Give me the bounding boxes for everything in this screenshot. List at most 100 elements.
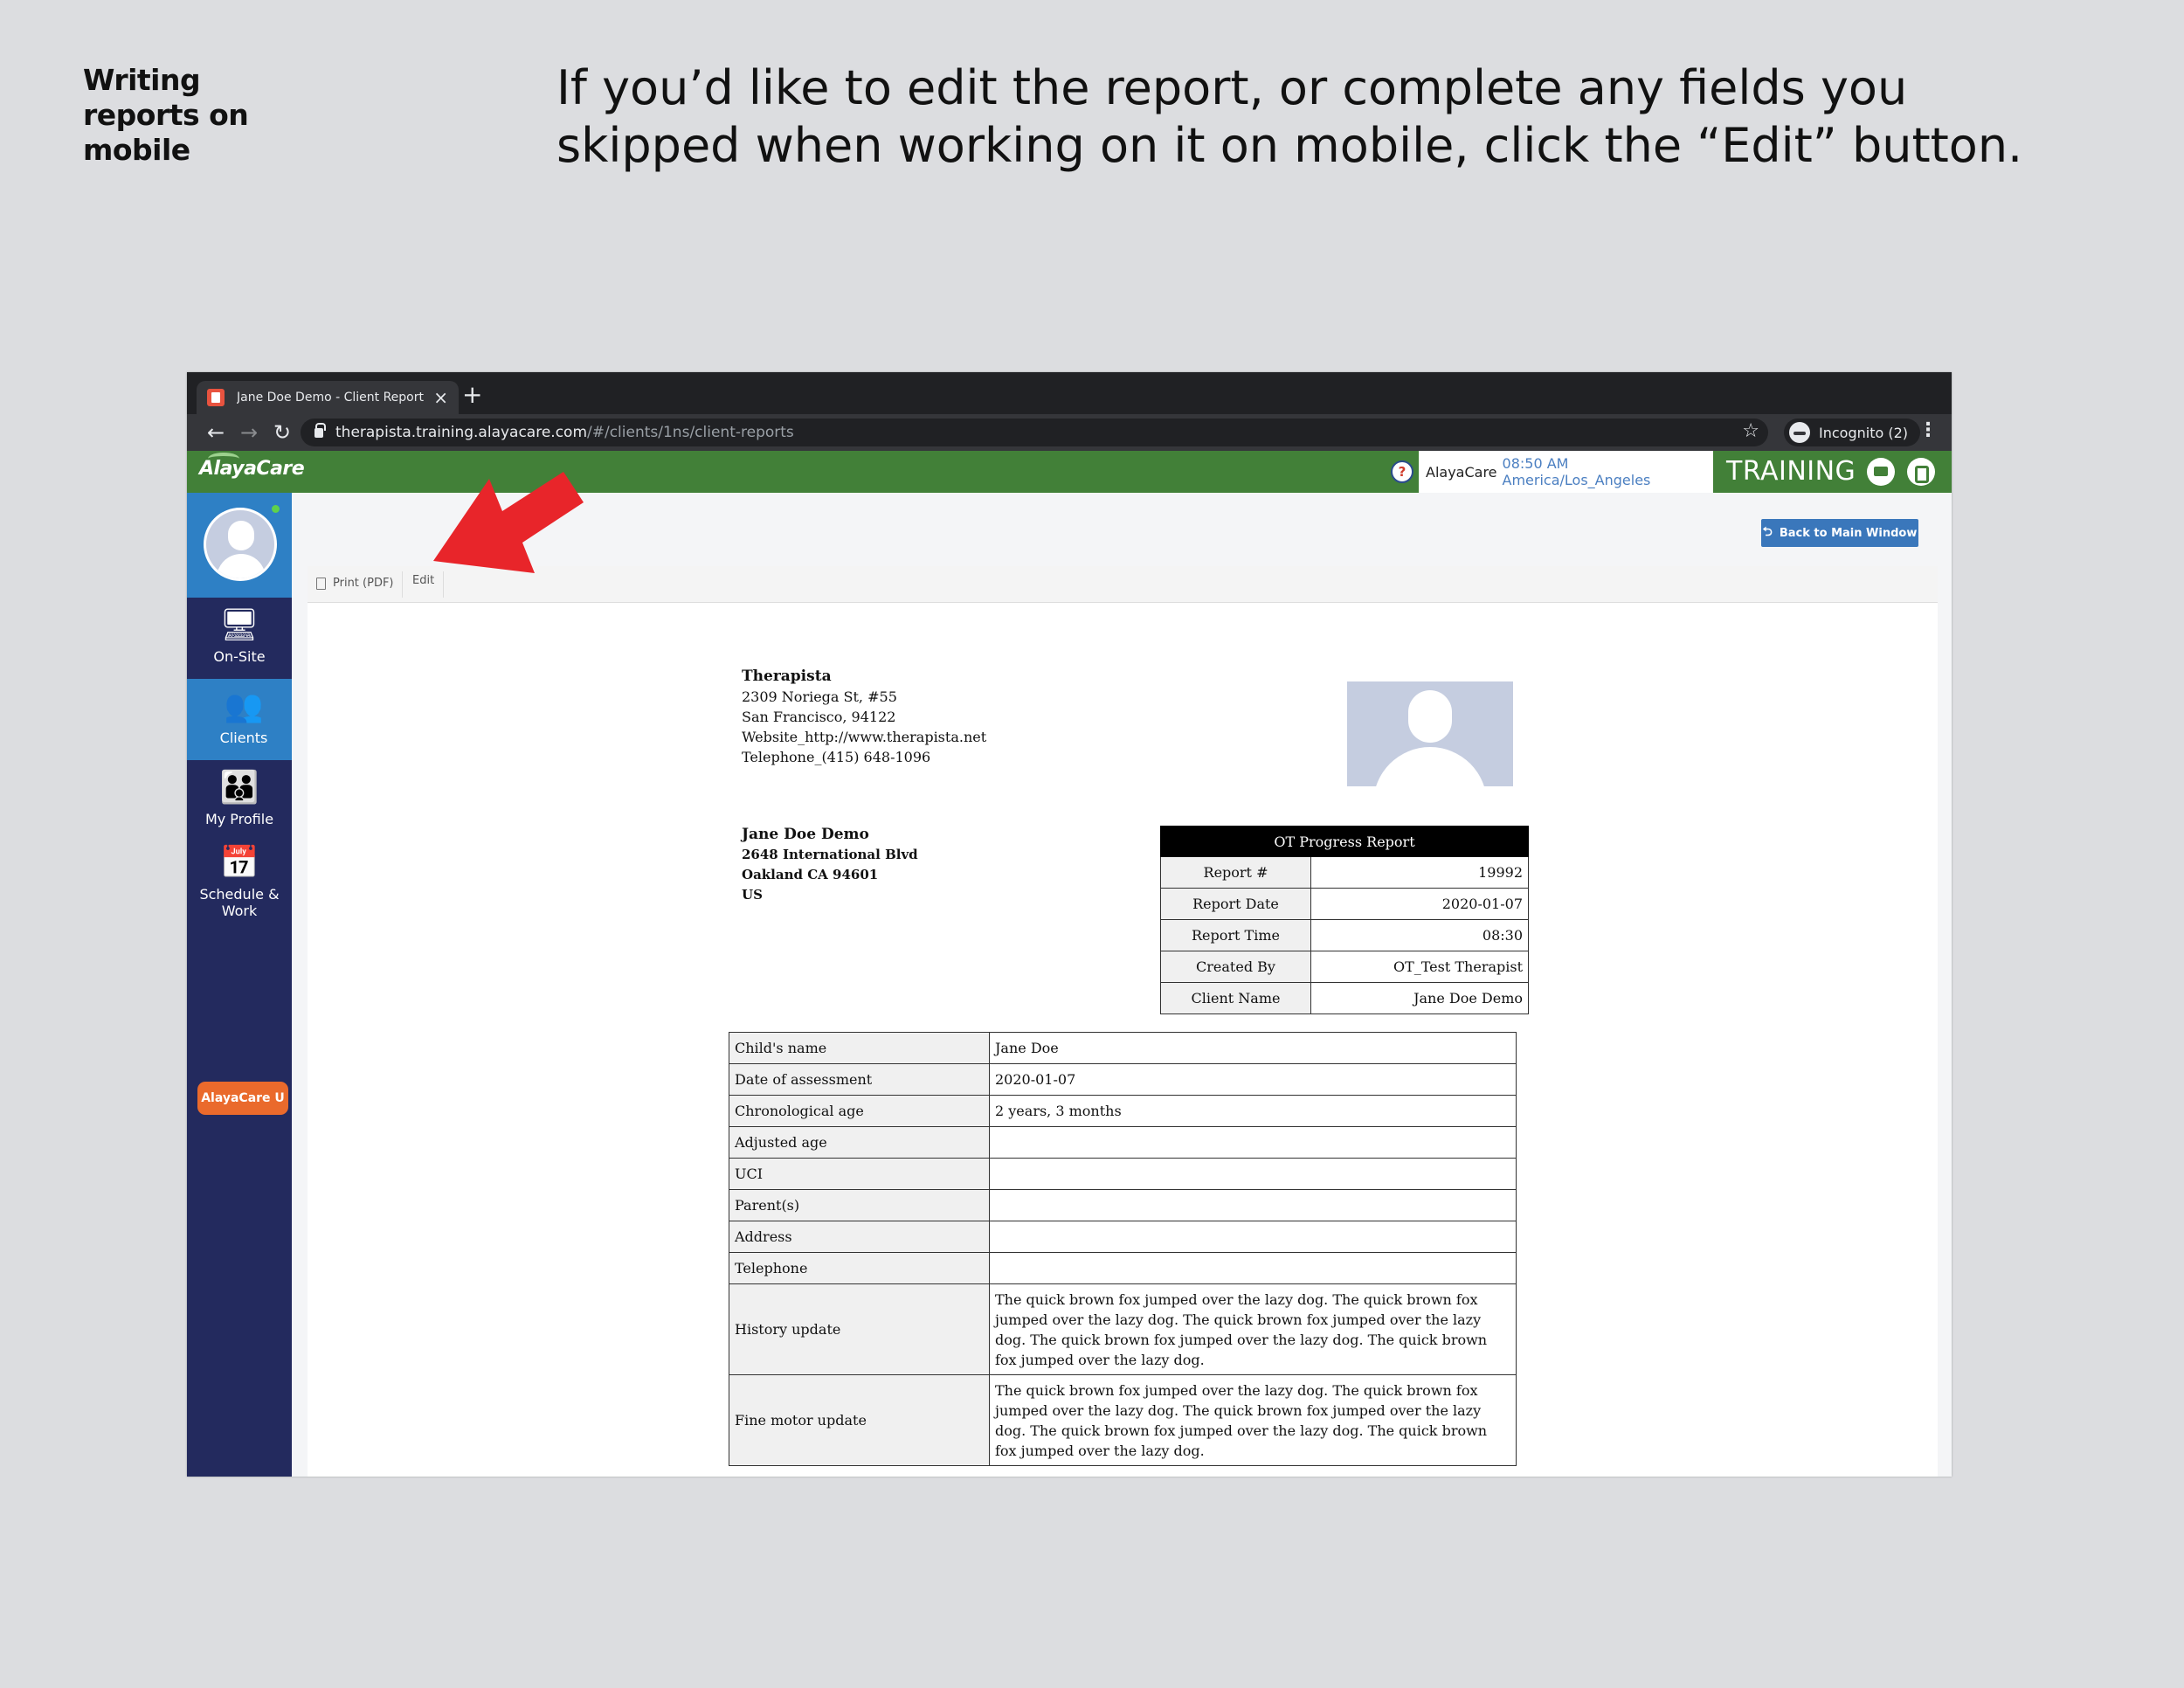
table-row: Parent(s) <box>729 1189 1517 1221</box>
app-info-bar: AlayaCare 08:50 AM America/Los_Angeles <box>1419 451 1713 493</box>
report-value: 08:30 <box>1310 919 1529 951</box>
sidebar-item-my-profile[interactable]: 👪 My Profile <box>187 760 292 835</box>
company-street: 2309 Noriega St, #55 <box>742 688 897 705</box>
report-key: Report Time <box>1160 919 1311 951</box>
report-value: 2020-01-07 <box>1310 888 1529 920</box>
browser-tab[interactable]: Jane Doe Demo - Client Report × <box>197 381 459 414</box>
browser-window: Jane Doe Demo - Client Report × + ← → ↻ … <box>187 372 1952 1477</box>
sidebar: 🖥 On-Site 👥 Clients 👪 My Profile 📅 Sched… <box>187 493 301 1477</box>
company-city: San Francisco, 94122 <box>742 709 896 725</box>
detail-value: 2 years, 3 months <box>989 1095 1517 1127</box>
report-value: OT_Test Therapist <box>1310 951 1529 983</box>
avatar[interactable] <box>204 508 277 581</box>
sidebar-item-label: On-Site <box>213 648 266 665</box>
report-value: 19992 <box>1310 856 1529 889</box>
bookmark-star-icon[interactable]: ☆ <box>1742 420 1759 442</box>
back-button-label: Back to Main Window <box>1779 526 1918 540</box>
alayacare-u-button[interactable]: AlayaCare U <box>197 1082 288 1115</box>
detail-value <box>989 1252 1517 1284</box>
forward-arrow-icon[interactable]: → <box>232 420 266 445</box>
url-path: /#/clients/1ns/client-reports <box>587 424 794 441</box>
logout-icon[interactable] <box>1907 458 1935 486</box>
incognito-icon <box>1789 422 1810 443</box>
pdf-icon <box>316 577 326 590</box>
sidebar-item-schedule-work[interactable]: 📅 Schedule & Work <box>187 835 292 938</box>
incognito-indicator[interactable]: Incognito (2) <box>1784 419 1920 446</box>
report-action-bar: Print (PDF) Edit <box>308 566 1938 603</box>
main-content: ⮌ Back to Main Window Print (PDF) Edit T… <box>292 493 1952 1477</box>
browser-menu-icon[interactable]: ⋮ <box>1918 419 1938 441</box>
detail-value: The quick brown fox jumped over the lazy… <box>989 1283 1517 1375</box>
calendar-icon: 📅 <box>219 845 259 881</box>
detail-value <box>989 1126 1517 1159</box>
detail-key: History update <box>729 1283 990 1375</box>
close-tab-icon[interactable]: × <box>433 387 448 408</box>
client-photo-placeholder <box>1347 681 1513 786</box>
detail-value: 2020-01-07 <box>989 1063 1517 1096</box>
sidebar-item-label: Schedule & Work <box>199 886 280 919</box>
browser-toolbar: ← → ↻ therapista.training.alayacare.com /… <box>187 414 1952 451</box>
sidebar-item-clients[interactable]: 👥 Clients <box>187 679 301 760</box>
back-arrow-icon[interactable]: ← <box>199 420 232 445</box>
client-city: Oakland CA 94601 <box>742 867 879 882</box>
table-row: Adjusted age <box>729 1126 1517 1159</box>
mail-icon[interactable] <box>1867 458 1895 486</box>
address-bar[interactable]: therapista.training.alayacare.com/#/clie… <box>301 419 1768 446</box>
detail-key: Telephone <box>729 1252 990 1284</box>
divider <box>443 571 444 598</box>
table-row: Chronological age 2 years, 3 months <box>729 1095 1517 1127</box>
table-row: Telephone <box>729 1252 1517 1284</box>
detail-value <box>989 1189 1517 1221</box>
table-row: Child's name Jane Doe <box>729 1032 1517 1064</box>
report-key: Created By <box>1160 951 1311 983</box>
table-row: Report Time 08:30 <box>1160 919 1529 951</box>
report-summary-table: OT Progress Report Report #19992 Report … <box>1160 826 1529 1014</box>
slide-heading: If you’d like to edit the report, or com… <box>556 60 2023 173</box>
return-icon: ⮌ <box>1762 525 1773 539</box>
online-status-icon <box>272 505 280 513</box>
divider <box>402 571 403 598</box>
app-header: AlayaCare AlayaCare 08:50 AM America/Los… <box>187 451 1952 493</box>
detail-key: Adjusted age <box>729 1126 990 1159</box>
sidebar-item-on-site[interactable]: 🖥 On-Site <box>187 598 292 679</box>
company-name: Therapista <box>742 668 832 685</box>
back-to-main-window-button[interactable]: ⮌ Back to Main Window <box>1761 519 1918 547</box>
incognito-label: Incognito (2) <box>1819 424 1908 441</box>
detail-key: UCI <box>729 1158 990 1190</box>
detail-value: Jane Doe <box>989 1032 1517 1064</box>
reload-icon[interactable]: ↻ <box>266 420 299 445</box>
company-block: Therapista 2309 Noriega St, #55 San Fran… <box>742 666 986 767</box>
detail-key: Address <box>729 1221 990 1253</box>
table-row: Report #19992 <box>1160 856 1529 889</box>
detail-key: Chronological age <box>729 1095 990 1127</box>
table-row: UCI <box>729 1158 1517 1190</box>
help-icon[interactable]: ? <box>1391 460 1413 483</box>
sidebar-item-label: My Profile <box>204 811 274 827</box>
table-row: Date of assessment 2020-01-07 <box>729 1063 1517 1096</box>
users-icon: 👥 <box>224 688 264 724</box>
tab-bar: Jane Doe Demo - Client Report × + <box>187 372 1952 414</box>
user-avatar-section[interactable] <box>187 493 292 598</box>
new-tab-button[interactable]: + <box>462 380 482 409</box>
slide-side-title: Writing reports on mobile <box>83 63 249 167</box>
print-pdf-button[interactable]: Print (PDF) <box>316 577 394 590</box>
client-address-block: Jane Doe Demo 2648 International Blvd Oa… <box>742 825 918 905</box>
edit-button[interactable]: Edit <box>412 574 434 587</box>
favicon-icon <box>207 389 225 406</box>
report-key: Client Name <box>1160 982 1311 1014</box>
company-website: Website_http://www.therapista.net <box>742 729 987 745</box>
company-telephone: Telephone_(415) 648-1096 <box>742 749 931 765</box>
detail-value <box>989 1158 1517 1190</box>
lock-icon <box>314 422 326 438</box>
report-details-table: Child's name Jane Doe Date of assessment 2… <box>729 1032 1517 1466</box>
detail-value: The quick brown fox jumped over the lazy… <box>989 1374 1517 1466</box>
alayacare-logo[interactable]: AlayaCare <box>199 458 305 480</box>
detail-key: Fine motor update <box>729 1374 990 1466</box>
client-country: US <box>742 887 763 903</box>
team-icon: 👪 <box>219 770 259 806</box>
report-value: Jane Doe Demo <box>1310 982 1529 1014</box>
detail-value <box>989 1221 1517 1253</box>
print-pdf-label: Print (PDF) <box>333 577 394 590</box>
environment-label: TRAINING <box>1726 456 1856 487</box>
report-key: Report # <box>1160 856 1311 889</box>
